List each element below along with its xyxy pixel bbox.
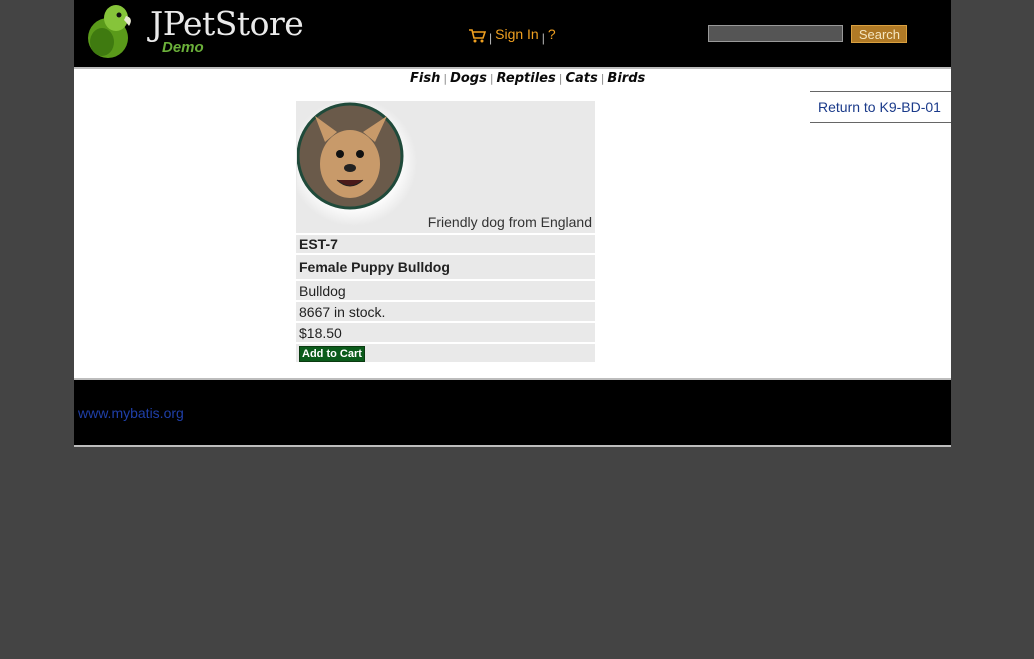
quicklink-birds[interactable]: Birds [607, 71, 645, 86]
add-to-cart-button[interactable]: Add to Cart [299, 346, 365, 362]
item-name: Female Puppy Bulldog [296, 255, 595, 279]
header: JPetStore Demo | Sign In |? Search [74, 0, 951, 67]
page-wrapper: JPetStore Demo | Sign In |? Search Fish | Do… [74, 0, 951, 447]
item-stock: 8667 in stock. [296, 302, 595, 321]
return-box: Return to K9-BD-01 [810, 91, 951, 123]
quicklink-separator: | [558, 72, 563, 85]
footer: www.mybatis.org [74, 380, 951, 445]
item-image-row: Friendly dog from England [296, 101, 595, 233]
footer-bottom-divider [74, 445, 951, 447]
item-price: $18.50 [296, 323, 595, 342]
help-link[interactable]: ? [548, 26, 556, 42]
quicklink-separator: | [600, 72, 605, 85]
logo-text: JPetStore [150, 4, 304, 43]
item-price-row: $18.50 [296, 323, 595, 342]
mybatis-link[interactable]: www.mybatis.org [78, 405, 184, 421]
item-id: EST-7 [296, 235, 595, 253]
cart-icon[interactable] [468, 27, 487, 46]
menu-separator: | [489, 31, 493, 45]
item-stock-row: 8667 in stock. [296, 302, 595, 321]
return-link[interactable]: Return to K9-BD-01 [818, 99, 941, 115]
item-cart-cell: Add to Cart [296, 344, 595, 362]
parrot-logo-icon [88, 5, 131, 58]
search-form: Search [708, 25, 908, 43]
item-image-cell: Friendly dog from England [296, 101, 595, 233]
quicklink-dogs[interactable]: Dogs [450, 71, 487, 86]
quicklink-cats[interactable]: Cats [565, 71, 597, 86]
quick-links: Fish | Dogs | Reptiles | Cats | Birds [410, 71, 645, 86]
quicklink-separator: | [443, 72, 448, 85]
item-table: Friendly dog from England EST-7 Female P… [296, 99, 595, 364]
quicklink-separator: | [489, 72, 494, 85]
item-id-row: EST-7 [296, 235, 595, 253]
header-menu: | Sign In |? [468, 26, 556, 46]
sign-in-link[interactable]: Sign In [495, 26, 539, 42]
menu-separator: | [541, 31, 545, 45]
search-button[interactable]: Search [851, 25, 908, 43]
quicklink-fish[interactable]: Fish [410, 71, 440, 86]
content: Fish | Dogs | Reptiles | Cats | Birds Return to … [74, 69, 951, 378]
item-name-row: Female Puppy Bulldog [296, 255, 595, 279]
item-cart-row: Add to Cart [296, 344, 595, 362]
search-input[interactable] [708, 25, 843, 42]
item-product: Bulldog [296, 281, 595, 300]
quicklink-reptiles[interactable]: Reptiles [497, 71, 556, 86]
logo[interactable]: JPetStore Demo [82, 2, 304, 60]
dog-photo [297, 102, 417, 226]
item-product-row: Bulldog [296, 281, 595, 300]
logo-demo-label: Demo [162, 39, 204, 56]
item-image-description: Friendly dog from England [427, 214, 592, 230]
